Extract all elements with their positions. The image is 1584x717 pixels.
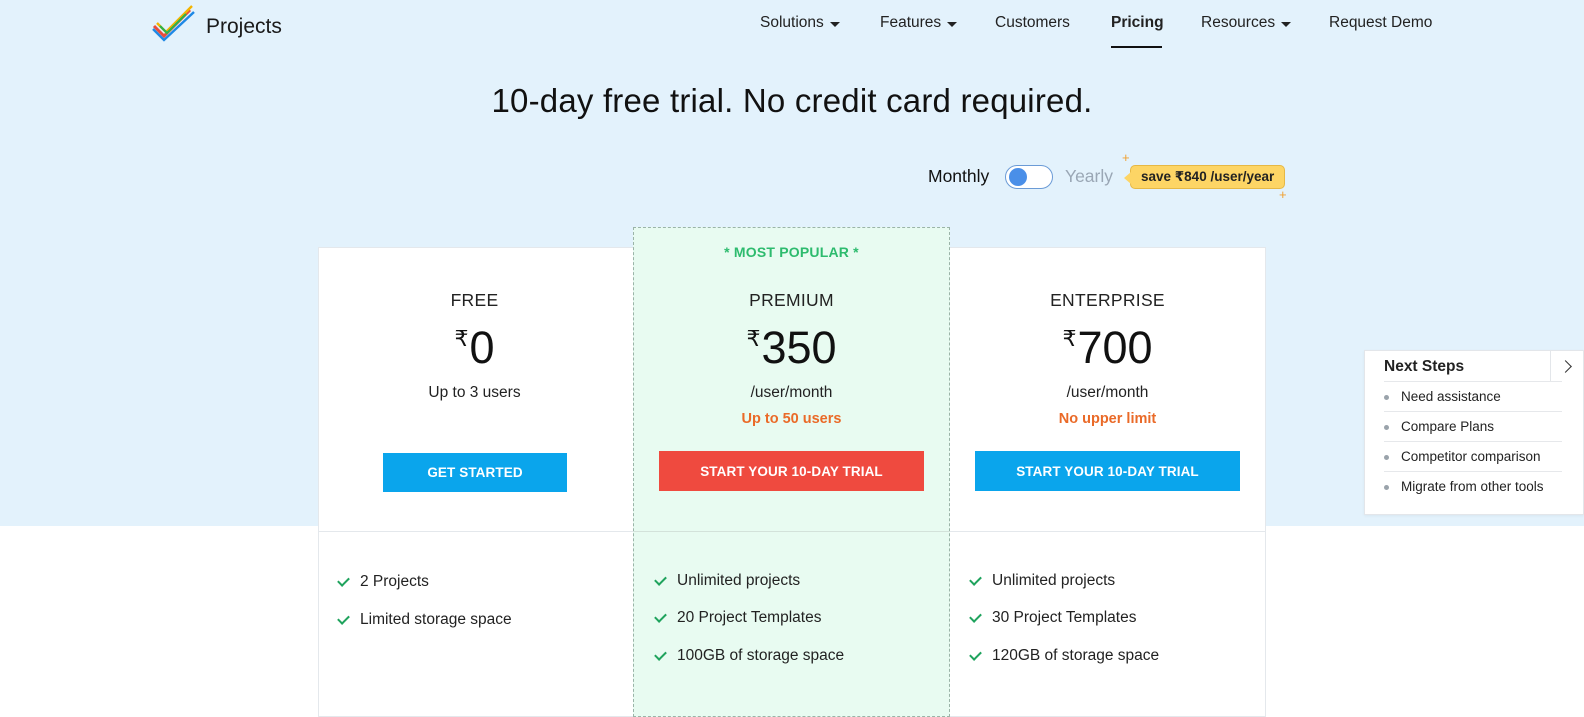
feature-item: 30 Project Templates <box>969 609 1137 627</box>
chevron-right-icon[interactable] <box>1550 351 1583 381</box>
nav-customers[interactable]: Customers <box>995 14 1070 32</box>
caret-down-icon <box>1281 21 1292 27</box>
brand-logo[interactable]: Projects <box>150 4 282 49</box>
nav-solutions-label: Solutions <box>760 14 824 31</box>
check-icon <box>654 609 667 623</box>
sparkle-icon: + <box>1122 150 1130 165</box>
plan-price: ₹350 <box>633 322 950 374</box>
bullet-icon <box>1384 485 1389 490</box>
checkmark-logo-icon <box>150 4 196 49</box>
feature-item: 120GB of storage space <box>969 647 1160 665</box>
next-step-label: Competitor comparison <box>1401 448 1541 464</box>
feature-item: Unlimited projects <box>969 572 1116 590</box>
brand-name: Projects <box>206 14 282 38</box>
plan-name: PREMIUM <box>749 290 834 310</box>
billing-toggle[interactable] <box>1005 165 1053 189</box>
feature-label: 100GB of storage space <box>677 647 845 664</box>
check-icon <box>337 611 350 625</box>
billing-yearly-label[interactable]: Yearly <box>1065 166 1113 187</box>
sparkle-icon: + <box>1279 187 1287 202</box>
get-started-button[interactable]: GET STARTED <box>383 453 567 492</box>
price-value: 0 <box>469 322 495 373</box>
plan-user-limit: Up to 50 users <box>741 411 842 427</box>
save-badge: save ₹840 /user/year <box>1123 165 1286 189</box>
next-step-label: Need assistance <box>1401 388 1501 404</box>
check-icon <box>969 572 982 586</box>
start-trial-button[interactable]: START YOUR 10-DAY TRIAL <box>659 451 924 491</box>
nav-pricing[interactable]: Pricing <box>1111 14 1164 32</box>
nav-request-demo[interactable]: Request Demo <box>1329 14 1432 32</box>
check-icon <box>337 573 350 587</box>
nav-resources-label: Resources <box>1201 14 1276 31</box>
currency-symbol: ₹ <box>1062 326 1077 351</box>
feature-item: Limited storage space <box>337 611 512 629</box>
feature-label: Unlimited projects <box>992 572 1116 589</box>
bullet-icon <box>1384 425 1389 430</box>
feature-item: 20 Project Templates <box>654 609 822 627</box>
check-icon <box>654 572 667 586</box>
check-icon <box>654 647 667 661</box>
plan-price: ₹0 <box>316 322 633 374</box>
nav-customers-label: Customers <box>995 14 1070 31</box>
check-icon <box>969 609 982 623</box>
currency-symbol: ₹ <box>454 326 469 351</box>
feature-label: 30 Project Templates <box>992 609 1137 626</box>
plan-name: FREE <box>450 290 499 310</box>
most-popular-badge: * MOST POPULAR * <box>724 244 859 260</box>
next-steps-title: Next Steps <box>1384 358 1465 375</box>
price-value: 700 <box>1077 322 1153 373</box>
feature-label: 2 Projects <box>360 573 429 590</box>
feature-label: Unlimited projects <box>677 572 801 589</box>
check-icon <box>969 647 982 661</box>
next-step-need-assistance[interactable]: Need assistance <box>1384 381 1562 411</box>
nav-pricing-label: Pricing <box>1111 14 1164 31</box>
caret-down-icon <box>829 21 840 27</box>
plan-price: ₹700 <box>949 322 1266 374</box>
feature-item: Unlimited projects <box>654 572 801 590</box>
nav-active-underline <box>1111 46 1162 48</box>
nav-features-label: Features <box>880 14 942 31</box>
plan-subtitle: /user/month <box>1066 384 1149 401</box>
feature-item: 2 Projects <box>337 573 429 591</box>
start-trial-button[interactable]: START YOUR 10-DAY TRIAL <box>975 451 1240 491</box>
billing-monthly-label[interactable]: Monthly <box>928 166 989 187</box>
page-headline: 10-day free trial. No credit card requir… <box>491 82 1093 119</box>
next-step-compare-plans[interactable]: Compare Plans <box>1384 411 1562 441</box>
nav-request-demo-label: Request Demo <box>1329 14 1433 31</box>
feature-item: 100GB of storage space <box>654 647 845 665</box>
nav-solutions[interactable]: Solutions <box>760 14 840 32</box>
plan-name: ENTERPRISE <box>1050 290 1165 310</box>
next-step-label: Compare Plans <box>1401 418 1495 434</box>
caret-down-icon <box>947 21 958 27</box>
plan-subtitle: /user/month <box>750 384 833 401</box>
next-step-label: Migrate from other tools <box>1401 478 1544 494</box>
bullet-icon <box>1384 455 1389 460</box>
next-step-competitor-comparison[interactable]: Competitor comparison <box>1384 441 1562 471</box>
next-steps-panel: Next Steps Need assistance Compare Plans… <box>1364 350 1584 515</box>
plan-subtitle: Up to 3 users <box>428 384 521 401</box>
feature-label: Limited storage space <box>360 611 512 628</box>
toggle-knob <box>1009 168 1027 186</box>
nav-resources[interactable]: Resources <box>1201 14 1292 32</box>
feature-label: 120GB of storage space <box>992 647 1160 664</box>
feature-label: 20 Project Templates <box>677 609 822 626</box>
nav-features[interactable]: Features <box>880 14 958 32</box>
bullet-icon <box>1384 395 1389 400</box>
plan-user-limit: No upper limit <box>1058 411 1157 427</box>
premium-divider <box>633 531 950 532</box>
currency-symbol: ₹ <box>746 326 761 351</box>
price-value: 350 <box>761 322 837 373</box>
next-step-migrate[interactable]: Migrate from other tools <box>1384 471 1562 501</box>
